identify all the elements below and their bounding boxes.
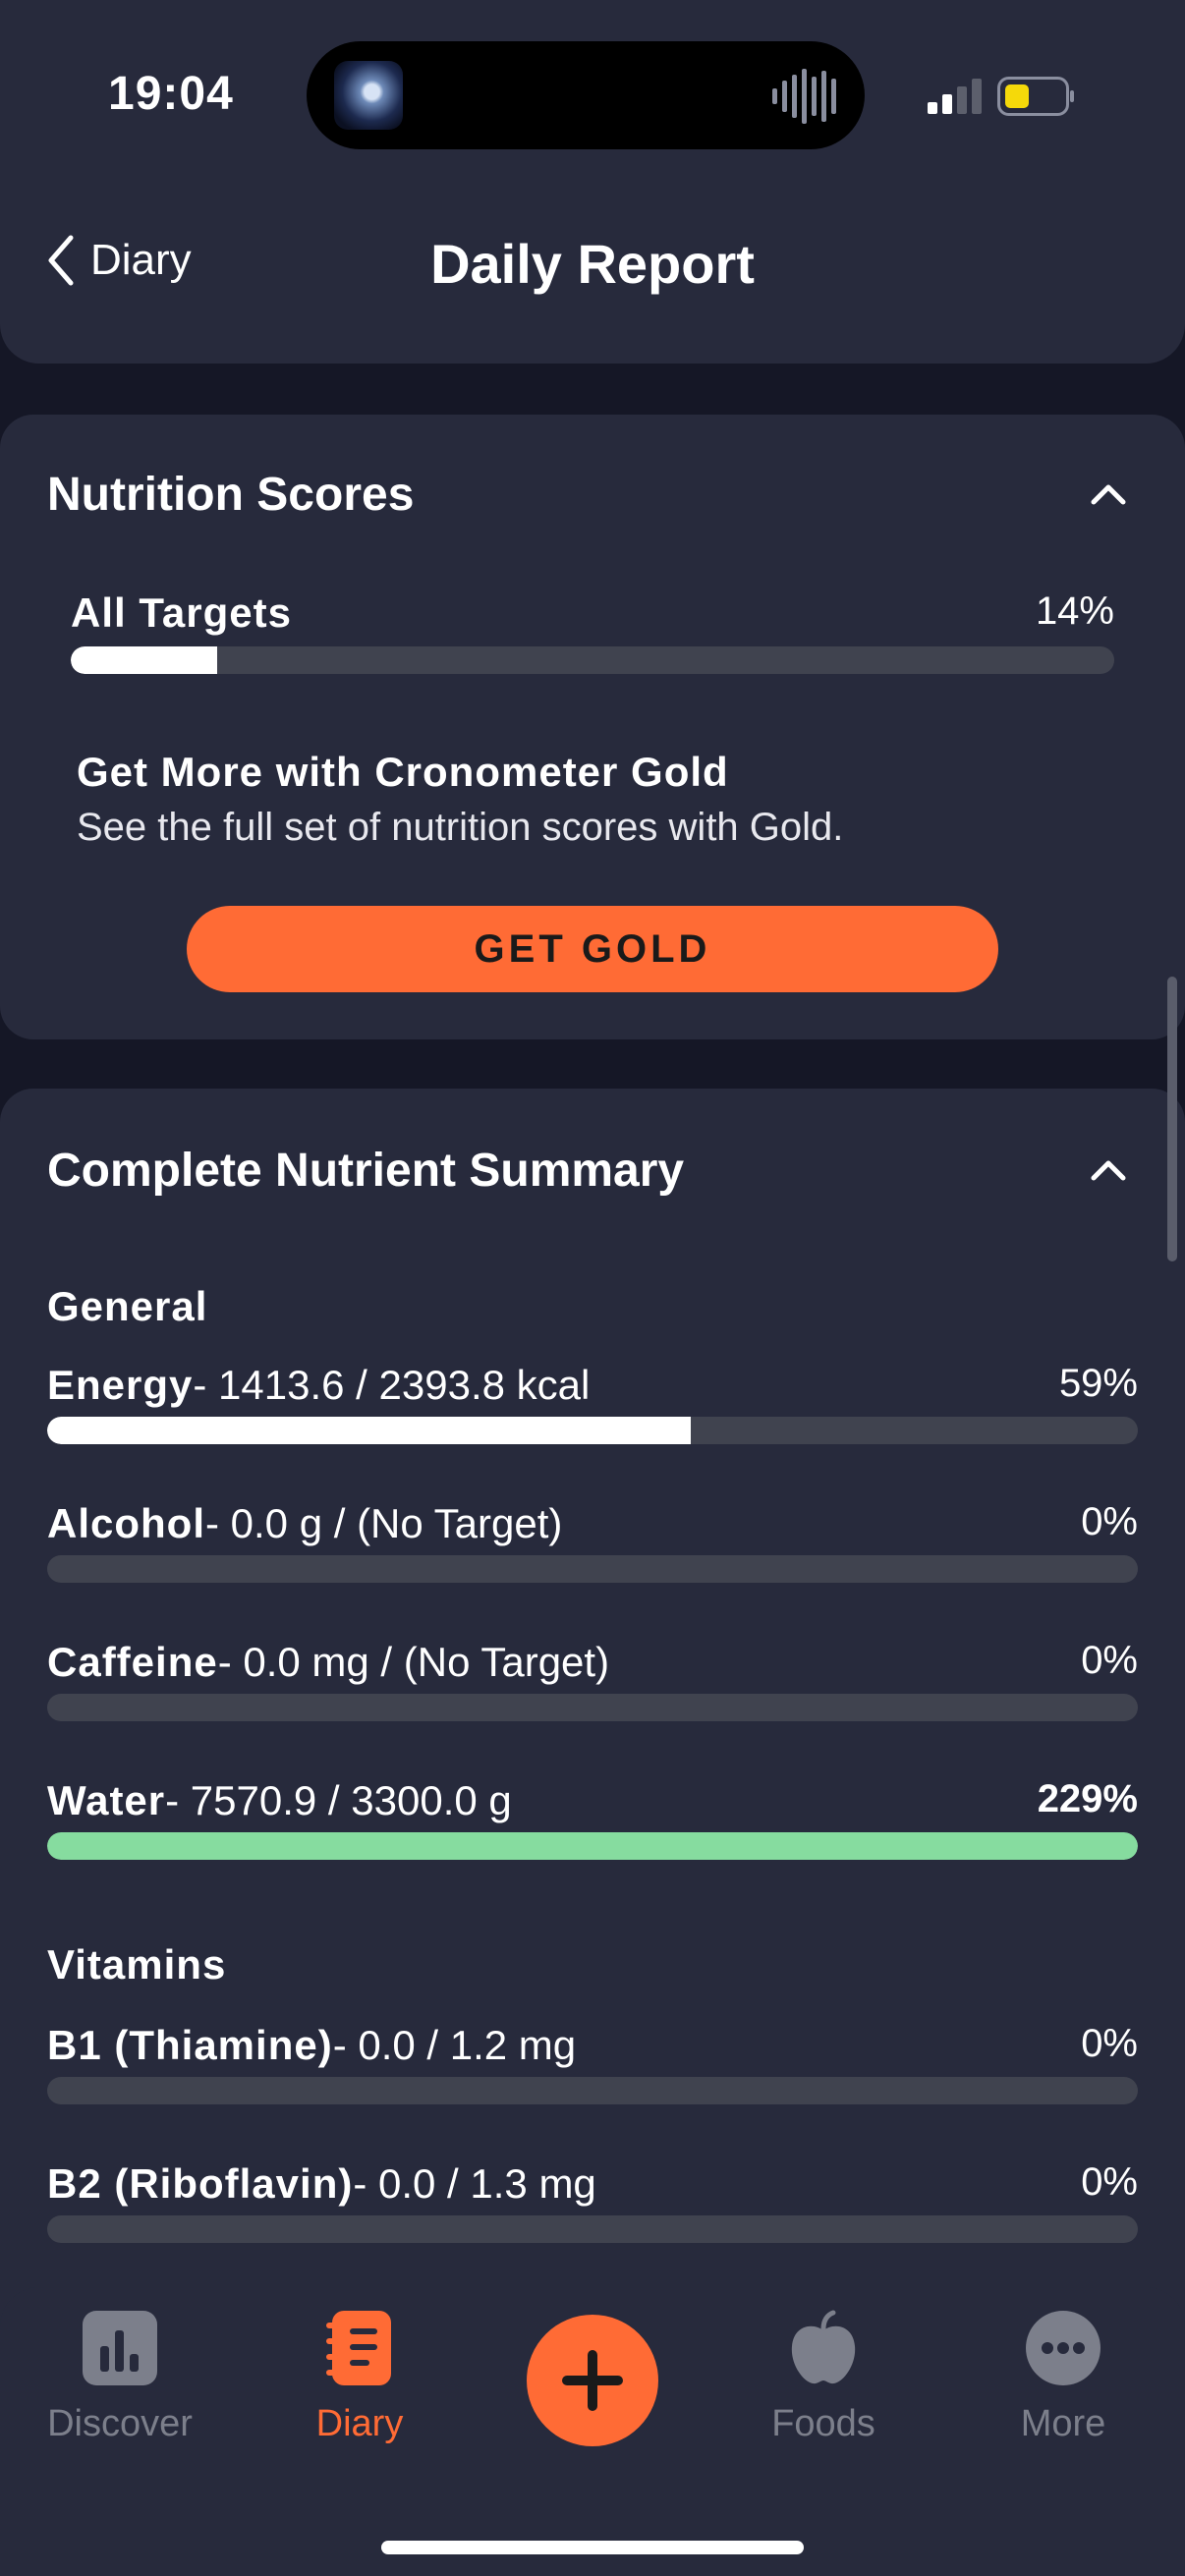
tab-foods[interactable]: Foods bbox=[725, 2309, 922, 2445]
gold-promo-title: Get More with Cronometer Gold bbox=[77, 749, 729, 795]
alcohol-progress-bar bbox=[47, 1555, 1138, 1583]
caffeine-percent: 0% bbox=[1081, 1639, 1138, 1682]
nutrient-name: Water bbox=[47, 1777, 166, 1823]
b2-riboflavin-label[interactable]: B2 (Riboflavin)- 0.0 / 1.3 mg bbox=[47, 2160, 596, 2208]
apple-icon bbox=[791, 2310, 856, 2384]
energy-label[interactable]: Energy- 1413.6 / 2393.8 kcal bbox=[47, 1362, 590, 1409]
alcohol-label[interactable]: Alcohol- 0.0 g / (No Target) bbox=[47, 1500, 562, 1547]
chevron-up-icon[interactable] bbox=[1091, 483, 1126, 505]
tab-diary[interactable]: Diary bbox=[261, 2309, 458, 2445]
water-progress-fill bbox=[47, 1832, 1138, 1860]
b2-riboflavin-progress-bar bbox=[47, 2215, 1138, 2243]
nutrient-amount: - 7570.9 / 3300.0 g bbox=[165, 1777, 512, 1823]
all-targets-label: All Targets bbox=[71, 589, 292, 636]
status-time: 19:04 bbox=[108, 68, 234, 120]
now-playing-artwork bbox=[334, 61, 403, 130]
water-percent: 229% bbox=[1037, 1777, 1138, 1820]
gold-promo-text: See the full set of nutrition scores wit… bbox=[77, 806, 844, 849]
nutrient-name: Alcohol bbox=[47, 1500, 205, 1546]
tab-diary-label: Diary bbox=[315, 2403, 404, 2444]
nutrient-summary-title[interactable]: Complete Nutrient Summary bbox=[47, 1144, 684, 1198]
water-label[interactable]: Water- 7570.9 / 3300.0 g bbox=[47, 1777, 512, 1824]
nutrient-name: B1 (Thiamine) bbox=[47, 2022, 333, 2068]
tab-discover[interactable]: Discover bbox=[22, 2309, 218, 2445]
b1-thiamine-label[interactable]: B1 (Thiamine)- 0.0 / 1.2 mg bbox=[47, 2022, 576, 2069]
nutrient-amount: - 1413.6 / 2393.8 kcal bbox=[193, 1362, 591, 1408]
caffeine-label[interactable]: Caffeine- 0.0 mg / (No Target) bbox=[47, 1639, 609, 1686]
diary-notebook-icon bbox=[326, 2311, 391, 2385]
dynamic-island[interactable] bbox=[307, 41, 865, 149]
nutrient-name: Energy bbox=[47, 1362, 194, 1408]
b1-thiamine-percent: 0% bbox=[1081, 2022, 1138, 2065]
nutrient-name: Caffeine bbox=[47, 1639, 218, 1685]
b1-thiamine-progress-bar bbox=[47, 2077, 1138, 2104]
vitamins-heading: Vitamins bbox=[47, 1941, 227, 1988]
add-button[interactable] bbox=[527, 2315, 658, 2446]
b2-riboflavin-percent: 0% bbox=[1081, 2160, 1138, 2204]
all-targets-progress-bar bbox=[71, 646, 1114, 674]
alcohol-percent: 0% bbox=[1081, 1500, 1138, 1543]
nutrient-amount: - 0.0 / 1.3 mg bbox=[353, 2160, 596, 2207]
page-title: Daily Report bbox=[430, 233, 755, 295]
energy-percent: 59% bbox=[1058, 1362, 1138, 1405]
battery-icon bbox=[997, 77, 1074, 116]
general-heading: General bbox=[47, 1283, 208, 1329]
nutrient-amount: - 0.0 g / (No Target) bbox=[205, 1500, 563, 1546]
scrollbar[interactable] bbox=[1167, 977, 1177, 1261]
nutrient-amount: - 0.0 mg / (No Target) bbox=[217, 1639, 610, 1685]
water-progress-bar bbox=[47, 1832, 1138, 1860]
plus-icon bbox=[562, 2350, 623, 2411]
tab-more[interactable]: More bbox=[965, 2309, 1161, 2445]
energy-progress-bar bbox=[47, 1417, 1138, 1444]
nutrient-name: B2 (Riboflavin) bbox=[47, 2160, 354, 2207]
cellular-signal-icon bbox=[928, 79, 982, 114]
more-dots-icon bbox=[1026, 2311, 1100, 2385]
nutrient-amount: - 0.0 / 1.2 mg bbox=[332, 2022, 577, 2068]
caffeine-progress-bar bbox=[47, 1694, 1138, 1721]
get-gold-button[interactable]: GET GOLD bbox=[187, 906, 998, 992]
chevron-up-icon[interactable] bbox=[1091, 1159, 1126, 1181]
tab-foods-label: Foods bbox=[771, 2403, 875, 2444]
all-targets-percent: 14% bbox=[1035, 589, 1114, 633]
tab-more-label: More bbox=[1020, 2403, 1106, 2444]
all-targets-progress-fill bbox=[71, 646, 217, 674]
energy-progress-fill bbox=[47, 1417, 691, 1444]
discover-chart-icon bbox=[83, 2311, 157, 2385]
tab-discover-label: Discover bbox=[47, 2403, 193, 2444]
nutrition-scores-title[interactable]: Nutrition Scores bbox=[47, 468, 414, 522]
home-indicator[interactable] bbox=[381, 2541, 804, 2554]
audio-waveform-icon bbox=[772, 69, 836, 124]
